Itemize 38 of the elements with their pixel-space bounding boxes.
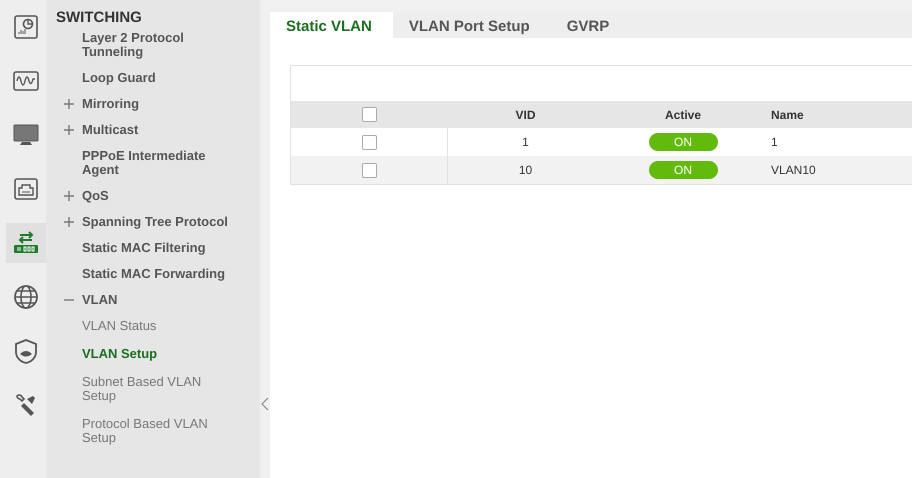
checkbox[interactable]	[362, 134, 376, 150]
column-header[interactable]: Name	[771, 108, 804, 122]
menu-item[interactable]: Static MAC Forwarding	[82, 267, 232, 281]
sidebar-tab[interactable]	[6, 223, 46, 263]
checkbox[interactable]	[362, 162, 376, 178]
menu-item[interactable]: VLAN	[82, 293, 232, 307]
column-header[interactable]: VID	[515, 108, 536, 122]
menu-item[interactable]: VLAN Setup	[82, 347, 232, 361]
menu-item[interactable]: Loop Guard	[82, 71, 232, 85]
menu-item[interactable]: QoS	[82, 189, 232, 203]
tab[interactable]: Static VLAN	[270, 12, 393, 38]
table-cell: 10	[518, 163, 532, 177]
menu-item[interactable]: Multicast	[82, 123, 232, 137]
ethernet-port-icon	[12, 175, 40, 203]
menu-item[interactable]: Subnet Based VLAN Setup	[82, 375, 232, 403]
expand-icon[interactable]	[64, 99, 74, 109]
tab[interactable]: GVRP	[550, 12, 630, 38]
menu-item[interactable]: VLAN Status	[82, 319, 232, 333]
expand-icon[interactable]	[64, 125, 74, 135]
globe-icon	[12, 283, 40, 311]
table-cell: 1	[522, 135, 529, 149]
dashboard-icon	[12, 13, 40, 41]
collapse-icon[interactable]	[261, 397, 269, 411]
section-title: SWITCHING	[56, 9, 143, 26]
checkbox[interactable]	[362, 107, 377, 122]
table-cell: VLAN10	[771, 163, 816, 177]
column-header[interactable]: Active	[664, 108, 702, 122]
table-cell: 1	[771, 135, 778, 149]
menu-item[interactable]: Layer 2 Protocol Tunneling	[82, 31, 232, 59]
menu-item[interactable]: Static MAC Filtering	[82, 241, 232, 255]
tab[interactable]: VLAN Port Setup	[392, 12, 551, 38]
menu-item[interactable]: Protocol Based VLAN Setup	[82, 417, 232, 445]
expand-icon[interactable]	[64, 191, 74, 201]
menu-item[interactable]: PPPoE Intermediate Agent	[82, 149, 232, 177]
shield-icon	[12, 337, 40, 365]
menu-item[interactable]: Mirroring	[82, 97, 232, 111]
expand-icon[interactable]	[64, 217, 74, 227]
menu-item[interactable]: Spanning Tree Protocol	[82, 215, 232, 229]
